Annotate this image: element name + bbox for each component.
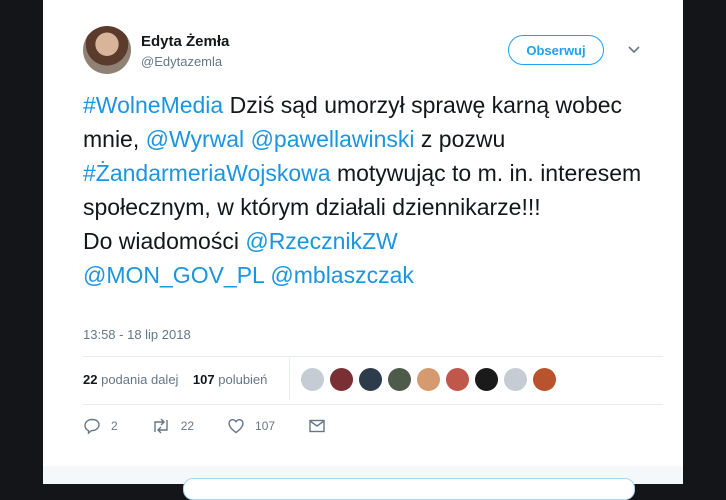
liker-avatar[interactable]: [330, 368, 353, 391]
reply-count: 2: [111, 419, 118, 433]
liker-avatar[interactable]: [359, 368, 382, 391]
author-handle[interactable]: @Edytazemla: [141, 54, 222, 69]
liker-avatar[interactable]: [504, 368, 527, 391]
tweet-link[interactable]: #ŻandarmeriaWojskowa: [83, 160, 331, 186]
liker-avatars: [301, 368, 556, 391]
author-avatar[interactable]: [83, 26, 131, 74]
tweet-text: #WolneMedia Dziś sąd umorzył sprawę karn…: [83, 88, 658, 292]
reply-icon: [84, 418, 100, 435]
author-display-name[interactable]: Edyta Żemła: [141, 33, 229, 50]
divider: [83, 356, 663, 357]
likes-count[interactable]: 107: [193, 372, 215, 387]
retweet-icon: [153, 418, 168, 434]
tweet-timestamp[interactable]: 13:58 - 18 lip 2018: [83, 327, 191, 342]
like-action[interactable]: 107: [227, 417, 275, 435]
stats-separator: [289, 358, 290, 400]
tweet-link[interactable]: @Wyrwal: [146, 126, 245, 152]
follow-button[interactable]: Obserwuj: [508, 35, 604, 65]
likes-label[interactable]: polubień: [218, 372, 267, 387]
tweet-link[interactable]: @MON_GOV_PL: [83, 262, 264, 288]
message-icon: [309, 419, 325, 433]
reply-action[interactable]: 2: [83, 417, 118, 435]
tweet-link[interactable]: @RzecznikZW: [245, 228, 397, 254]
liker-avatar[interactable]: [301, 368, 324, 391]
message-action[interactable]: [308, 418, 336, 434]
like-icon: [228, 418, 244, 434]
retweets-label[interactable]: podania dalej: [101, 372, 178, 387]
reply-input[interactable]: [183, 478, 635, 500]
tweet-text-segment: Do wiadomości: [83, 228, 246, 254]
retweet-count: 22: [180, 419, 195, 433]
divider: [83, 404, 663, 405]
tweet-actions: 2 22 107: [83, 417, 369, 435]
liker-avatar[interactable]: [475, 368, 498, 391]
engagement-stats: 22 podania dalej 107 polubień: [83, 372, 267, 387]
tweet-card: Edyta Żemła @Edytazemla Obserwuj #WolneM…: [43, 0, 683, 500]
caret-down-icon[interactable]: [626, 41, 642, 57]
retweet-action[interactable]: 22: [151, 417, 194, 435]
tweet-link[interactable]: #WolneMedia: [83, 92, 223, 118]
tweet-link[interactable]: @mblaszczak: [270, 262, 414, 288]
tweet-text-segment: z pozwu: [414, 126, 506, 152]
liker-avatar[interactable]: [417, 368, 440, 391]
tweet-link[interactable]: @pawellawinski: [251, 126, 415, 152]
liker-avatar[interactable]: [533, 368, 556, 391]
retweets-count[interactable]: 22: [83, 372, 97, 387]
liker-avatar[interactable]: [446, 368, 469, 391]
like-count: 107: [255, 419, 276, 433]
liker-avatar[interactable]: [388, 368, 411, 391]
